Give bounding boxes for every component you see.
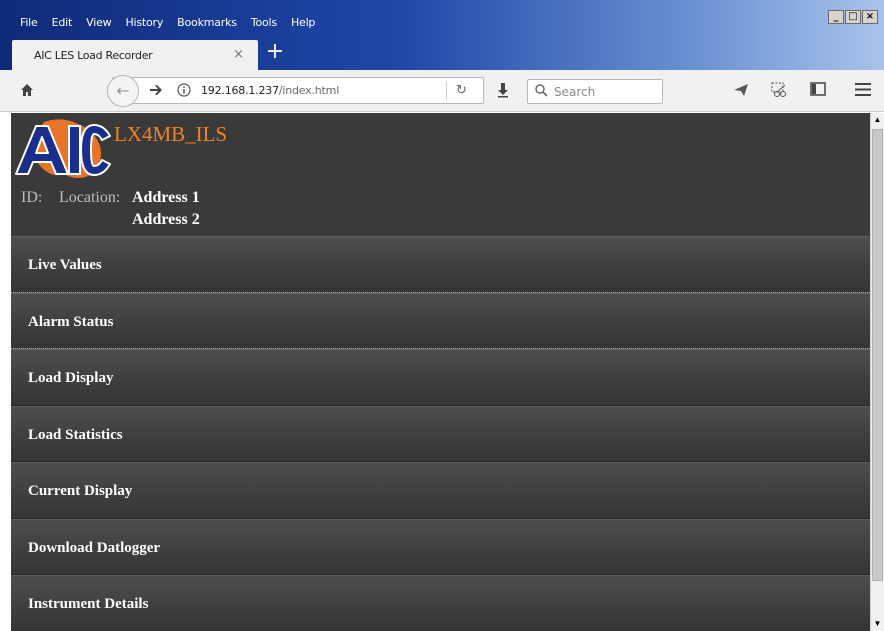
main-menu: Live Values Alarm Status Load Display Lo… xyxy=(11,236,870,631)
browser-titlebar: File Edit View History Bookmarks Tools H… xyxy=(0,0,884,71)
search-placeholder: Search xyxy=(554,85,596,99)
menu-item-label: Load Display xyxy=(28,370,114,386)
maximize-button[interactable]: □ xyxy=(845,10,861,24)
location-label: Location: xyxy=(59,189,121,206)
search-bar[interactable]: Search xyxy=(527,79,663,104)
url-divider xyxy=(446,81,447,100)
scroll-up-arrow-icon[interactable]: ▲ xyxy=(871,113,884,127)
download-icon[interactable] xyxy=(496,82,510,101)
menu-item-download-datlogger[interactable]: Download Datlogger xyxy=(11,518,870,575)
menu-item-label: Load Statistics xyxy=(28,426,123,443)
window-controls: _ □ × xyxy=(828,10,878,24)
page-scrollbar[interactable]: ▲ ▼ xyxy=(870,113,884,631)
browser-menubar: File Edit View History Bookmarks Tools H… xyxy=(14,14,323,32)
home-icon[interactable] xyxy=(20,83,34,100)
info-icon[interactable] xyxy=(177,83,191,100)
menu-history[interactable]: History xyxy=(119,14,171,32)
reload-icon[interactable]: ↻ xyxy=(456,83,467,99)
menu-item-label: Instrument Details xyxy=(28,596,149,612)
menu-help[interactable]: Help xyxy=(285,14,323,32)
back-arrow-icon[interactable]: ← xyxy=(107,75,139,107)
menu-tools[interactable]: Tools xyxy=(245,14,285,32)
menu-item-alarm-status[interactable]: Alarm Status xyxy=(11,292,870,349)
scroll-down-arrow-icon[interactable]: ▼ xyxy=(871,617,884,631)
browser-navbar: ← 192.168.1.237/index.html ↻ Search xyxy=(0,70,884,112)
menu-item-instrument-details[interactable]: Instrument Details xyxy=(11,575,870,631)
address-line-1: Address 1 xyxy=(132,189,200,206)
aic-logo xyxy=(14,116,112,187)
menu-bookmarks[interactable]: Bookmarks xyxy=(171,14,245,32)
forward-arrow-icon[interactable] xyxy=(149,83,163,100)
scroll-thumb[interactable] xyxy=(872,129,883,581)
close-window-button[interactable]: × xyxy=(862,10,878,24)
sidebar-icon[interactable] xyxy=(810,82,826,99)
menu-item-label: Live Values xyxy=(28,257,102,273)
url-host: 192.168.1.237 xyxy=(201,84,279,97)
menu-item-label: Alarm Status xyxy=(28,313,114,330)
search-icon xyxy=(535,84,548,100)
menu-file[interactable]: File xyxy=(14,14,46,32)
url-bar[interactable]: ← 192.168.1.237/index.html ↻ xyxy=(107,75,484,107)
menu-item-load-display[interactable]: Load Display xyxy=(11,349,870,406)
menu-item-label: Download Datlogger xyxy=(28,539,161,556)
tab-close-icon[interactable]: × xyxy=(233,47,244,62)
menu-edit[interactable]: Edit xyxy=(46,14,81,32)
menu-item-live-values[interactable]: Live Values xyxy=(11,236,870,293)
menu-item-load-statistics[interactable]: Load Statistics xyxy=(11,405,870,462)
page-content: LX4MB_ILS ID: Location: Address 1 Addres… xyxy=(11,113,870,631)
new-tab-button[interactable]: + xyxy=(264,41,286,65)
menu-view[interactable]: View xyxy=(80,14,119,32)
send-icon[interactable] xyxy=(733,83,749,100)
address-line-2: Address 2 xyxy=(132,211,200,228)
screenshot-icon[interactable] xyxy=(771,82,789,101)
menu-item-current-display[interactable]: Current Display xyxy=(11,462,870,519)
minimize-button[interactable]: _ xyxy=(828,10,844,24)
page-header: LX4MB_ILS ID: Location: Address 1 Addres… xyxy=(11,113,870,236)
url-text: 192.168.1.237/index.html xyxy=(201,84,339,97)
id-label: ID: xyxy=(21,189,43,206)
menu-item-label: Current Display xyxy=(28,483,133,499)
browser-tab[interactable]: AIC LES Load Recorder × xyxy=(12,40,258,71)
tab-title: AIC LES Load Recorder xyxy=(34,49,153,62)
url-path: /index.html xyxy=(278,84,340,97)
hamburger-menu-icon[interactable] xyxy=(855,83,871,99)
device-name: LX4MB_ILS xyxy=(114,122,228,146)
